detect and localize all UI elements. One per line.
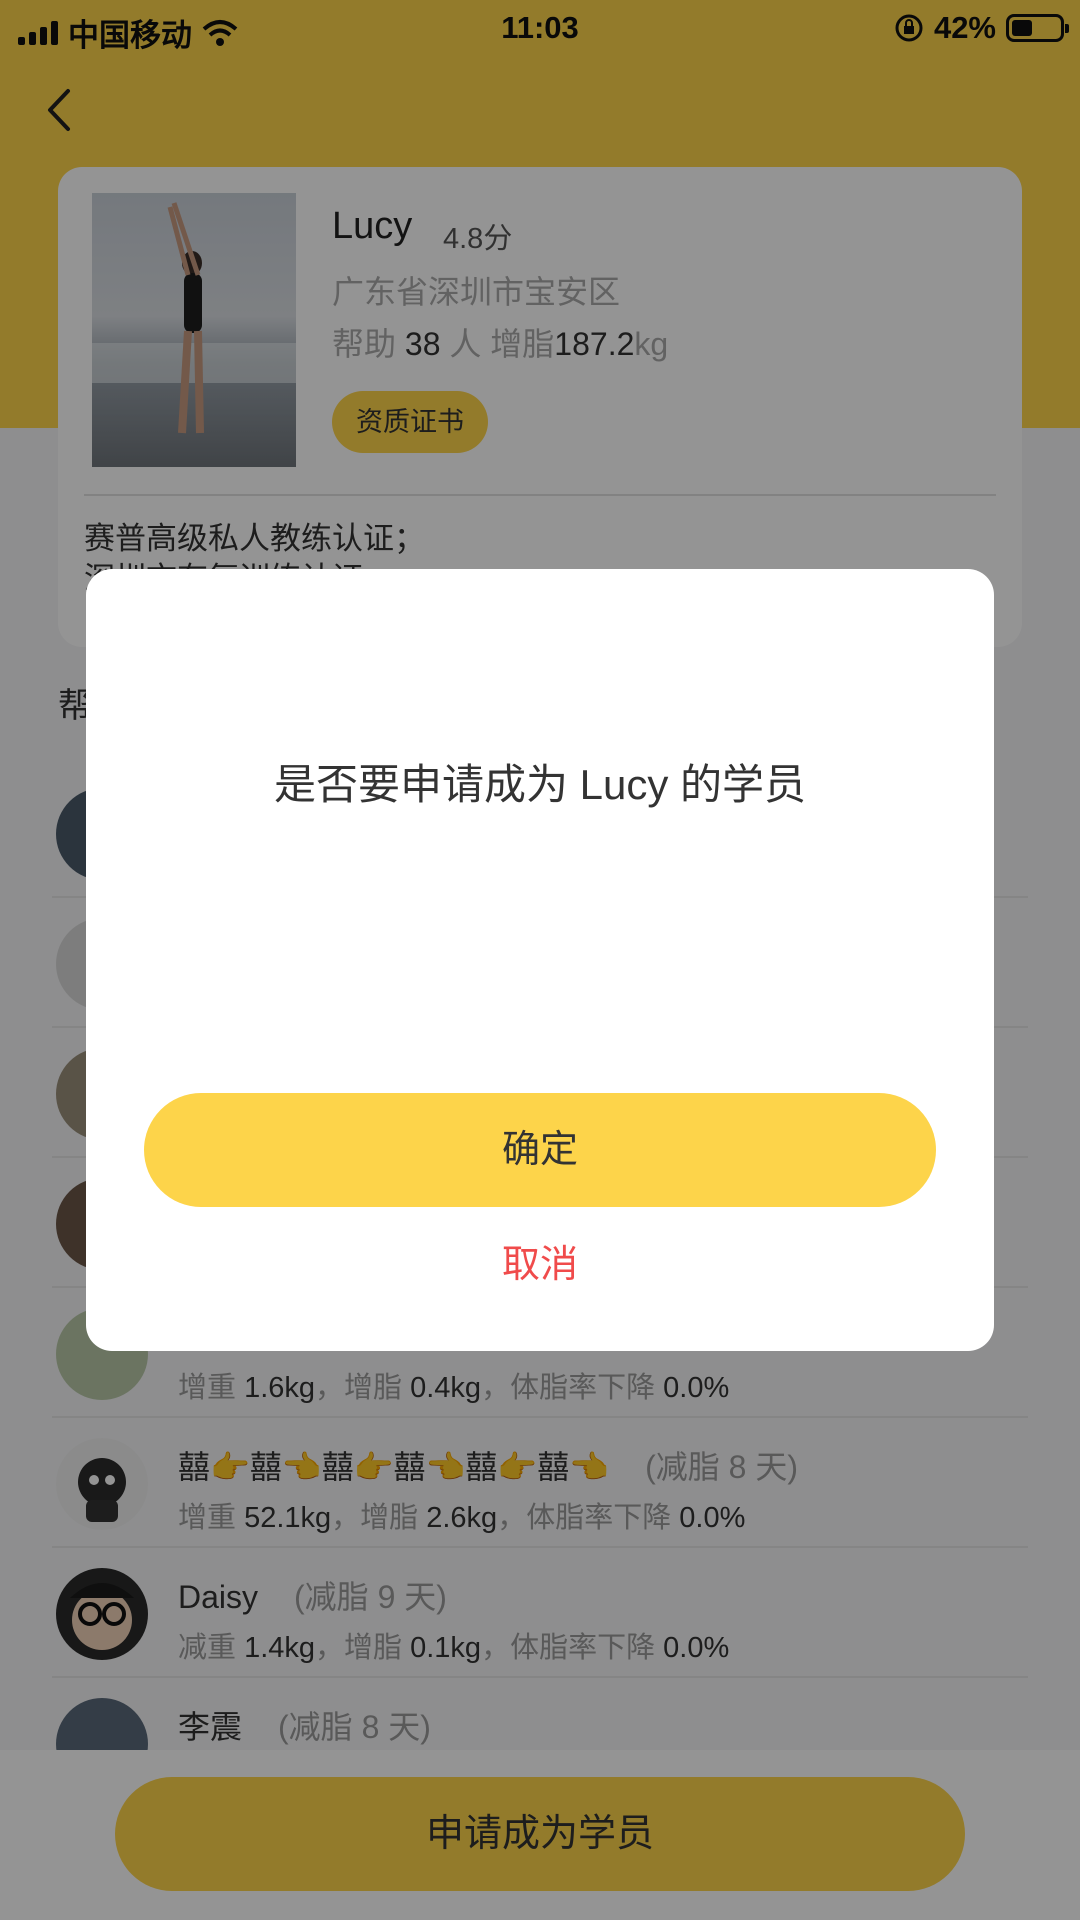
confirm-button[interactable]: 确定 <box>144 1093 936 1207</box>
confirm-dialog: 是否要申请成为 Lucy 的学员 确定 取消 <box>86 569 994 1351</box>
dialog-message: 是否要申请成为 Lucy 的学员 <box>273 761 807 808</box>
cancel-button[interactable]: 取消 <box>86 1237 994 1293</box>
